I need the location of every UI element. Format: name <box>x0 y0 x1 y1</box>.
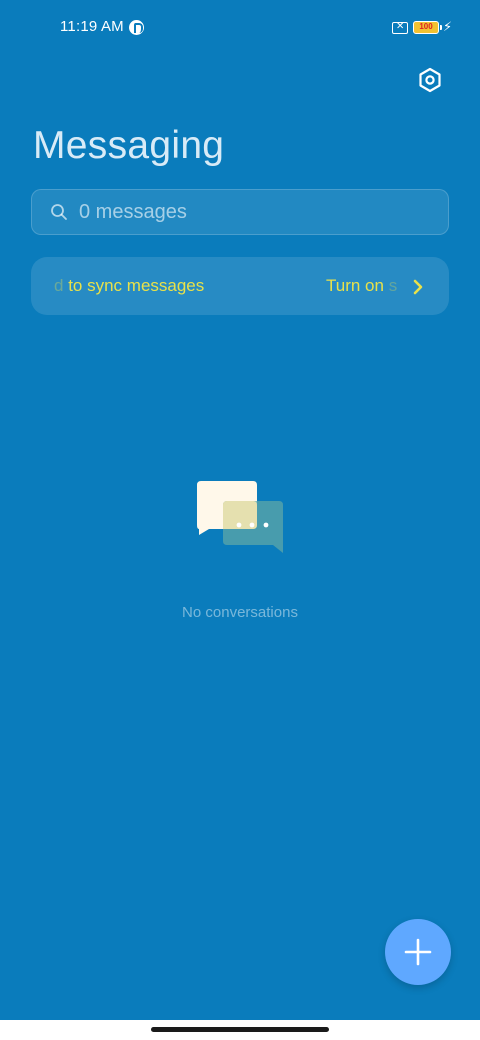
battery-icon: 100 <box>413 21 442 34</box>
settings-gear-icon <box>419 67 441 93</box>
new-message-button[interactable] <box>385 919 451 985</box>
sync-banner-text: to sync messages <box>68 276 205 295</box>
turn-on-button[interactable]: Turn on s <box>326 276 397 296</box>
chat-bubbles-icon <box>197 481 283 553</box>
turn-on-label: Turn on <box>326 276 384 295</box>
messaging-screen: 11:19 AM ✕ 100 ⚡ Messaging 0 messages d … <box>0 0 480 1020</box>
search-input[interactable]: 0 messages <box>31 189 449 235</box>
empty-state-text: No conversations <box>182 604 298 621</box>
search-placeholder: 0 messages <box>79 201 187 223</box>
app-notification-icon <box>129 20 144 35</box>
sync-banner-leading-char: d <box>54 276 64 295</box>
sync-banner-message: d to sync messages <box>54 276 204 296</box>
turn-on-trailing-char: s <box>388 276 398 295</box>
status-time: 11:19 AM <box>60 18 124 35</box>
home-indicator[interactable] <box>151 1027 329 1032</box>
settings-button[interactable] <box>414 64 446 96</box>
charging-bolt-icon: ⚡ <box>443 19 453 34</box>
plus-icon <box>404 938 432 966</box>
search-icon <box>51 204 67 220</box>
chevron-right-icon[interactable] <box>411 278 425 296</box>
sim-x-icon: ✕ <box>392 21 408 34</box>
page-title: Messaging <box>33 124 225 167</box>
